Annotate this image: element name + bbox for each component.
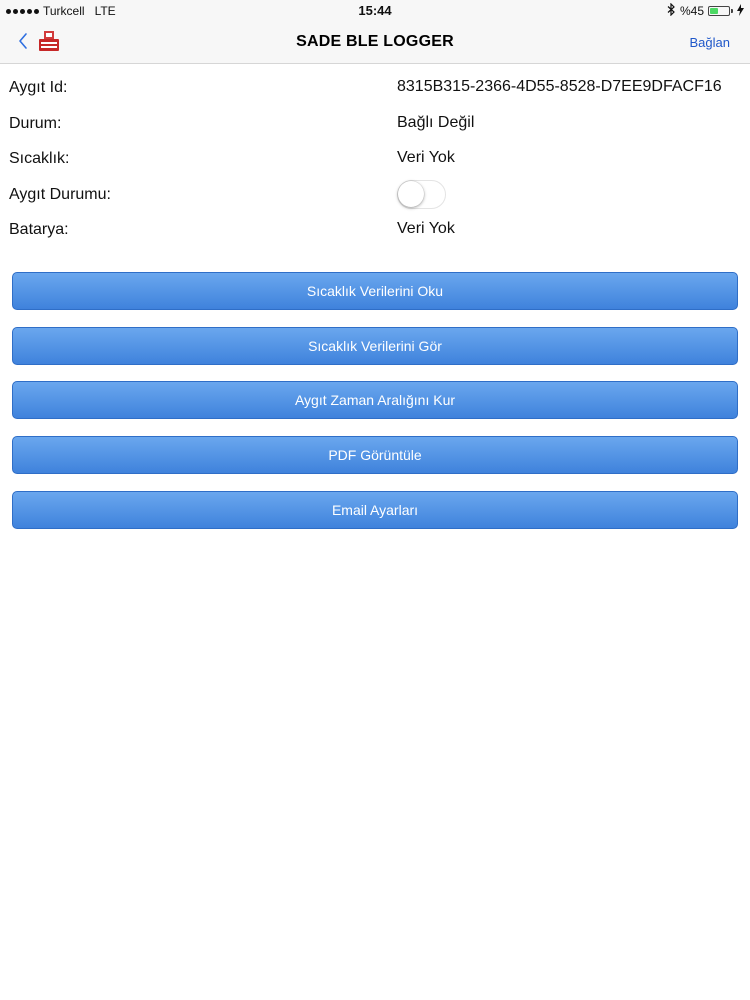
navigation-bar: SADE BLE LOGGER Bağlan (0, 22, 750, 64)
connect-button[interactable]: Bağlan (690, 35, 730, 50)
status-bar-right: %45 (667, 2, 744, 19)
status-bar: Turkcell LTE 15:44 %45 (0, 0, 750, 22)
temperature-value: Veri Yok (397, 149, 455, 166)
device-id-row: Aygıt Id: 8315B315-2366-4D55-8528-D7EE9D… (0, 71, 750, 105)
temperature-label: Sıcaklık: (9, 150, 70, 167)
status-row: Durum: Bağlı Değil (0, 107, 750, 141)
device-id-value: 8315B315-2366-4D55-8528-D7EE9DFACF16 (397, 78, 722, 95)
battery-icon (708, 6, 730, 16)
temperature-row: Sıcaklık: Veri Yok (0, 142, 750, 176)
battery-percent: %45 (679, 4, 704, 18)
toggle-knob (398, 181, 424, 207)
battery-label: Batarya: (9, 221, 69, 238)
view-temperature-button[interactable]: Sıcaklık Verilerini Gör (12, 327, 738, 365)
email-settings-button[interactable]: Email Ayarları (12, 491, 738, 529)
battery-value: Veri Yok (397, 220, 455, 237)
bluetooth-icon (667, 2, 676, 19)
page-title: SADE BLE LOGGER (296, 33, 454, 50)
clock: 15:44 (358, 3, 392, 18)
device-state-label: Aygıt Durumu: (9, 186, 111, 203)
device-id-label: Aygıt Id: (9, 79, 68, 96)
set-interval-button[interactable]: Aygıt Zaman Aralığını Kur (12, 381, 738, 419)
battery-tip (731, 9, 733, 13)
status-label: Durum: (9, 115, 62, 132)
battery-row: Batarya: Veri Yok (0, 213, 750, 247)
view-pdf-button[interactable]: PDF Görüntüle (12, 436, 738, 474)
charging-icon (737, 3, 744, 19)
device-state-toggle[interactable] (397, 180, 446, 209)
status-value: Bağlı Değil (397, 114, 475, 131)
read-temperature-button[interactable]: Sıcaklık Verilerini Oku (12, 272, 738, 310)
device-state-row: Aygıt Durumu: (0, 178, 750, 212)
battery-level-fill (710, 8, 719, 14)
